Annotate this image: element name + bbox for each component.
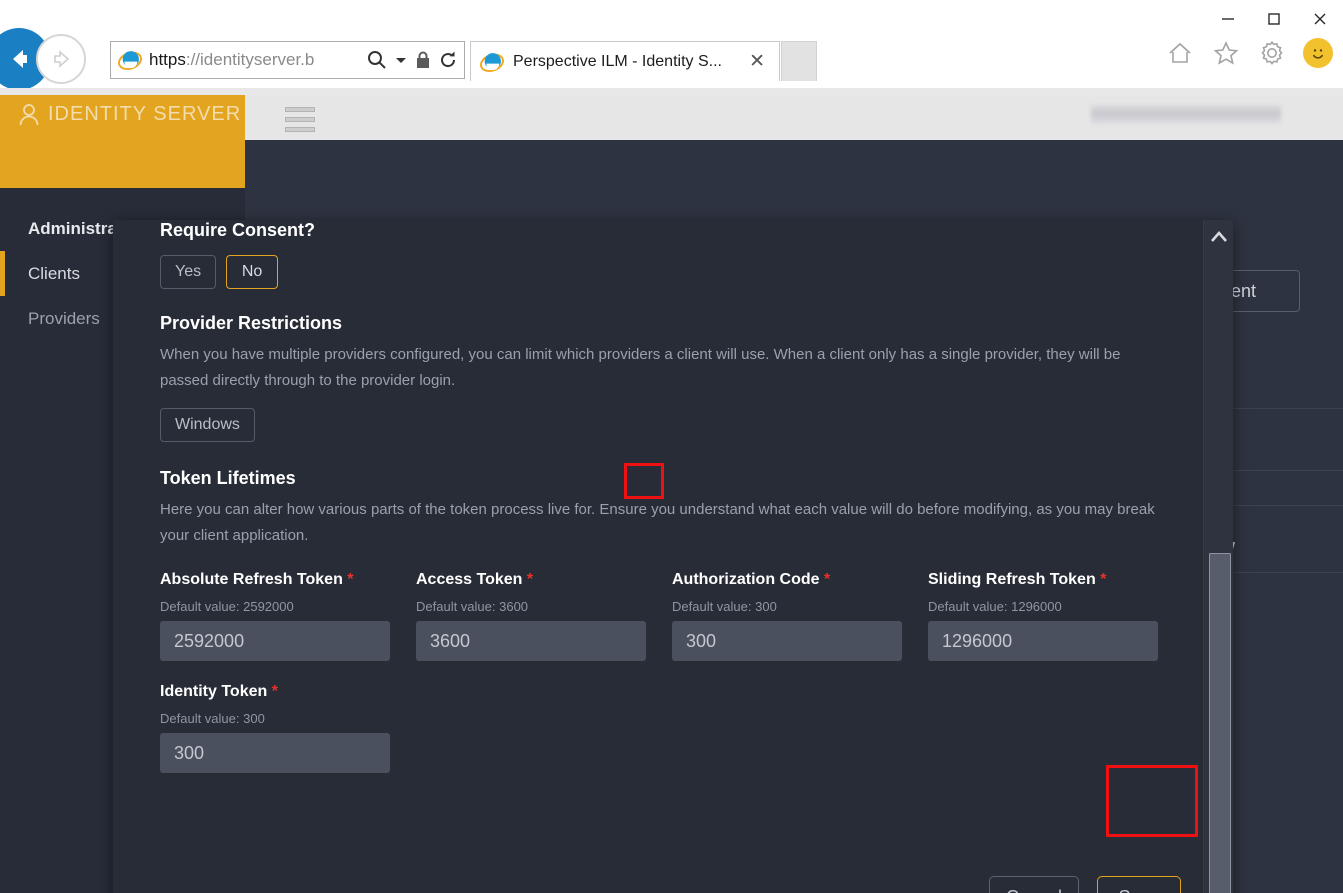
hamburger-menu-icon[interactable]: [285, 107, 315, 132]
maximize-icon[interactable]: [1251, 4, 1297, 34]
internet-explorer-icon: [118, 51, 142, 71]
absolute-refresh-token-input[interactable]: 2592000: [160, 621, 390, 661]
hamburger-bar: [285, 117, 315, 122]
dialog-scroll-area: Require Consent? Yes No Provider Restric…: [113, 220, 1203, 858]
app-window: IDENTITY SERVER Administration Clients P…: [0, 95, 1343, 893]
field-default-hint: Default value: 1296000: [928, 599, 1062, 614]
required-marker: *: [1100, 571, 1107, 588]
home-icon[interactable]: [1165, 38, 1195, 68]
require-consent-heading: Require Consent?: [160, 220, 316, 240]
cancel-button[interactable]: Cancel: [988, 876, 1079, 893]
field-default-hint: Default value: 2592000: [160, 599, 294, 614]
provider-option-windows[interactable]: Windows: [160, 408, 255, 442]
field-label-text: Access Token: [416, 571, 523, 588]
field-default-hint: Default value: 300: [160, 711, 265, 726]
tab-favicon-internet-explorer-icon: [480, 52, 504, 72]
field-label-text: Identity Token: [160, 683, 268, 700]
address-url: https://identityserver.b: [149, 50, 360, 70]
url-host: ://identityserver.b: [185, 50, 315, 69]
required-marker: *: [824, 571, 831, 588]
field-label: Access Token *: [416, 571, 646, 589]
browser-tab[interactable]: Perspective ILM - Identity S... ✕: [470, 41, 780, 81]
close-icon[interactable]: [1297, 4, 1343, 34]
consent-option-no[interactable]: No: [226, 255, 279, 289]
provider-restrictions-description: When you have multiple providers configu…: [160, 346, 1121, 389]
topbar-redacted-text: [1091, 105, 1281, 125]
consent-option-yes-label: Yes: [175, 263, 202, 280]
forward-arrow-icon[interactable]: [36, 34, 86, 84]
lock-icon: [414, 50, 432, 70]
minimize-icon[interactable]: [1205, 4, 1251, 34]
token-lifetimes-row-2: Identity Token * Default value: 300 300: [160, 683, 1203, 773]
require-consent-options: Yes No: [160, 255, 1203, 289]
field-authorization-code: Authorization Code * Default value: 300 …: [672, 571, 902, 661]
identity-token-input[interactable]: 300: [160, 733, 390, 773]
field-label: Sliding Refresh Token *: [928, 571, 1158, 589]
provider-restrictions-options: Windows: [160, 408, 1203, 442]
user-icon: [19, 104, 39, 126]
field-label: Identity Token *: [160, 683, 390, 701]
field-access-token: Access Token * Default value: 3600 3600: [416, 571, 646, 661]
field-label-text: Sliding Refresh Token: [928, 571, 1096, 588]
required-marker: *: [526, 571, 534, 588]
address-bar[interactable]: https://identityserver.b: [110, 41, 465, 79]
authorization-code-input[interactable]: 300: [672, 621, 902, 661]
token-lifetimes-heading: Token Lifetimes: [160, 468, 296, 488]
access-token-input[interactable]: 3600: [416, 621, 646, 661]
browser-toolbar-icons: [1165, 38, 1333, 68]
new-tab-button[interactable]: [781, 41, 817, 81]
sliding-refresh-token-input[interactable]: 1296000: [928, 621, 1158, 661]
sidebar-item-label: Clients: [28, 263, 80, 283]
tab-close-icon[interactable]: ✕: [743, 52, 771, 71]
field-identity-token: Identity Token * Default value: 300 300: [160, 683, 390, 773]
favorites-star-icon[interactable]: [1211, 38, 1241, 68]
url-scheme: https: [149, 50, 186, 69]
dialog-footer: Cancel Save: [113, 858, 1203, 893]
scrollbar-thumb[interactable]: [1209, 553, 1231, 893]
field-label-text: Authorization Code: [672, 571, 820, 588]
field-default-hint: Default value: 300: [672, 599, 777, 614]
required-marker: *: [271, 683, 278, 700]
hamburger-bar: [285, 107, 315, 112]
save-button-label: Save: [1118, 887, 1159, 893]
sidebar-item-label: Providers: [28, 308, 100, 328]
chevron-down-icon[interactable]: [394, 53, 408, 67]
smiley-feedback-icon[interactable]: [1303, 38, 1333, 68]
token-lifetimes-row-1: Absolute Refresh Token * Default value: …: [160, 571, 1203, 661]
content-divider: [1223, 505, 1343, 506]
required-marker: *: [347, 571, 354, 588]
tab-title: Perspective ILM - Identity S...: [513, 52, 722, 70]
dialog-scrollbar[interactable]: [1203, 220, 1233, 893]
save-button[interactable]: Save: [1097, 876, 1181, 893]
screen: https://identityserver.b Perspective ILM…: [0, 0, 1343, 893]
brand-label: IDENTITY SERVER: [48, 103, 242, 125]
browser-chrome: https://identityserver.b Perspective ILM…: [0, 0, 1343, 95]
field-absolute-refresh-token: Absolute Refresh Token * Default value: …: [160, 571, 390, 661]
settings-gear-icon[interactable]: [1257, 38, 1287, 68]
provider-option-windows-label: Windows: [175, 416, 240, 433]
consent-option-yes[interactable]: Yes: [160, 255, 217, 289]
field-sliding-refresh-token: Sliding Refresh Token * Default value: 1…: [928, 571, 1158, 661]
cancel-button-label: Cancel: [1006, 887, 1062, 893]
app-brand: IDENTITY SERVER: [0, 95, 245, 188]
field-label: Absolute Refresh Token *: [160, 571, 390, 589]
consent-option-no-label: No: [241, 263, 263, 280]
hamburger-bar: [285, 127, 315, 132]
scroll-up-chevron-up-icon[interactable]: [1204, 222, 1234, 252]
refresh-icon[interactable]: [438, 50, 458, 70]
field-label-text: Absolute Refresh Token: [160, 571, 343, 588]
provider-restrictions-heading: Provider Restrictions: [160, 313, 343, 333]
chrome-separator: [0, 88, 1343, 95]
field-label: Authorization Code *: [672, 571, 902, 589]
window-controls: [1113, 0, 1343, 38]
client-settings-dialog: Require Consent? Yes No Provider Restric…: [113, 220, 1233, 893]
token-lifetimes-description: Here you can alter how various parts of …: [160, 501, 1155, 544]
field-default-hint: Default value: 3600: [416, 599, 529, 614]
search-icon[interactable]: [366, 49, 388, 71]
